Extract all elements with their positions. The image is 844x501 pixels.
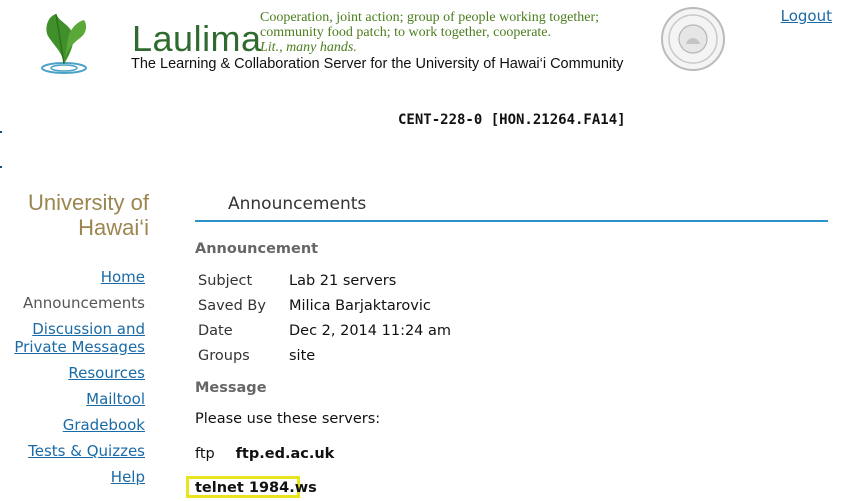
- property-value: site: [289, 347, 316, 364]
- page: Laulima Cooperation, joint action; group…: [0, 0, 844, 501]
- nav-item-gradebook[interactable]: Gradebook: [0, 416, 145, 434]
- server-line-highlighted: telnet 1984.ws: [195, 480, 317, 496]
- edge-mark: [0, 131, 2, 133]
- property-label: Date: [198, 322, 233, 339]
- message-heading: Message: [195, 380, 267, 396]
- brand-definition: Cooperation, joint action; group of peop…: [260, 10, 660, 55]
- server-line: ftp ftp.ed.ac.uk: [195, 446, 334, 462]
- property-value: Lab 21 servers: [289, 272, 397, 289]
- title-divider: [195, 220, 828, 222]
- nav-item-home[interactable]: Home: [0, 268, 145, 286]
- property-label: Saved By: [198, 297, 266, 314]
- server-protocol: ftp: [195, 446, 215, 462]
- announcement-heading: Announcement: [195, 241, 319, 257]
- announcement-properties: Subject Lab 21 servers Saved By Milica B…: [198, 268, 451, 368]
- site-title: CENT-228-0 [HON.21264.FA14]: [398, 112, 626, 128]
- server-host: 1984.ws: [248, 480, 317, 496]
- site-header: Laulima Cooperation, joint action; group…: [0, 0, 844, 90]
- logout-link[interactable]: Logout: [781, 7, 832, 25]
- institution-name: University of Hawai‘i: [0, 190, 149, 240]
- tool-nav: Home Announcements Discussion and Privat…: [0, 268, 145, 494]
- institution-line: University of: [27, 190, 149, 215]
- university-seal-icon: [661, 7, 725, 71]
- property-row: Saved By Milica Barjaktarovic: [198, 293, 451, 318]
- definition-line: Lit., many hands.: [260, 40, 357, 55]
- property-row: Subject Lab 21 servers: [198, 268, 451, 293]
- message-intro: Please use these servers:: [195, 411, 381, 427]
- property-row: Groups site: [198, 343, 451, 368]
- property-label: Subject: [198, 272, 253, 289]
- server-protocol: telnet: [195, 480, 249, 496]
- property-label: Groups: [198, 347, 250, 364]
- nav-item-resources[interactable]: Resources: [0, 364, 145, 382]
- property-value: Milica Barjaktarovic: [289, 297, 431, 314]
- server-host: ftp.ed.ac.uk: [235, 446, 335, 462]
- leaf-logo-icon: [41, 13, 87, 74]
- nav-item-discussion[interactable]: Discussion and Private Messages: [0, 320, 145, 356]
- definition-line: community food patch; to work together, …: [260, 25, 552, 40]
- brand-tagline: The Learning & Collaboration Server for …: [131, 56, 624, 72]
- institution-line: Hawai‘i: [78, 215, 149, 240]
- nav-item-help[interactable]: Help: [0, 468, 145, 486]
- brand-wordmark: Laulima: [132, 18, 262, 59]
- nav-item-announcements: Announcements: [23, 294, 145, 312]
- property-row: Date Dec 2, 2014 11:24 am: [198, 318, 451, 343]
- definition-line: Cooperation, joint action; group of peop…: [260, 10, 600, 25]
- nav-item-tests-quizzes[interactable]: Tests & Quizzes: [0, 442, 145, 460]
- property-value: Dec 2, 2014 11:24 am: [289, 322, 452, 339]
- nav-item-mailtool[interactable]: Mailtool: [0, 390, 145, 408]
- tool-title: Announcements: [228, 194, 367, 214]
- edge-mark: [0, 166, 2, 168]
